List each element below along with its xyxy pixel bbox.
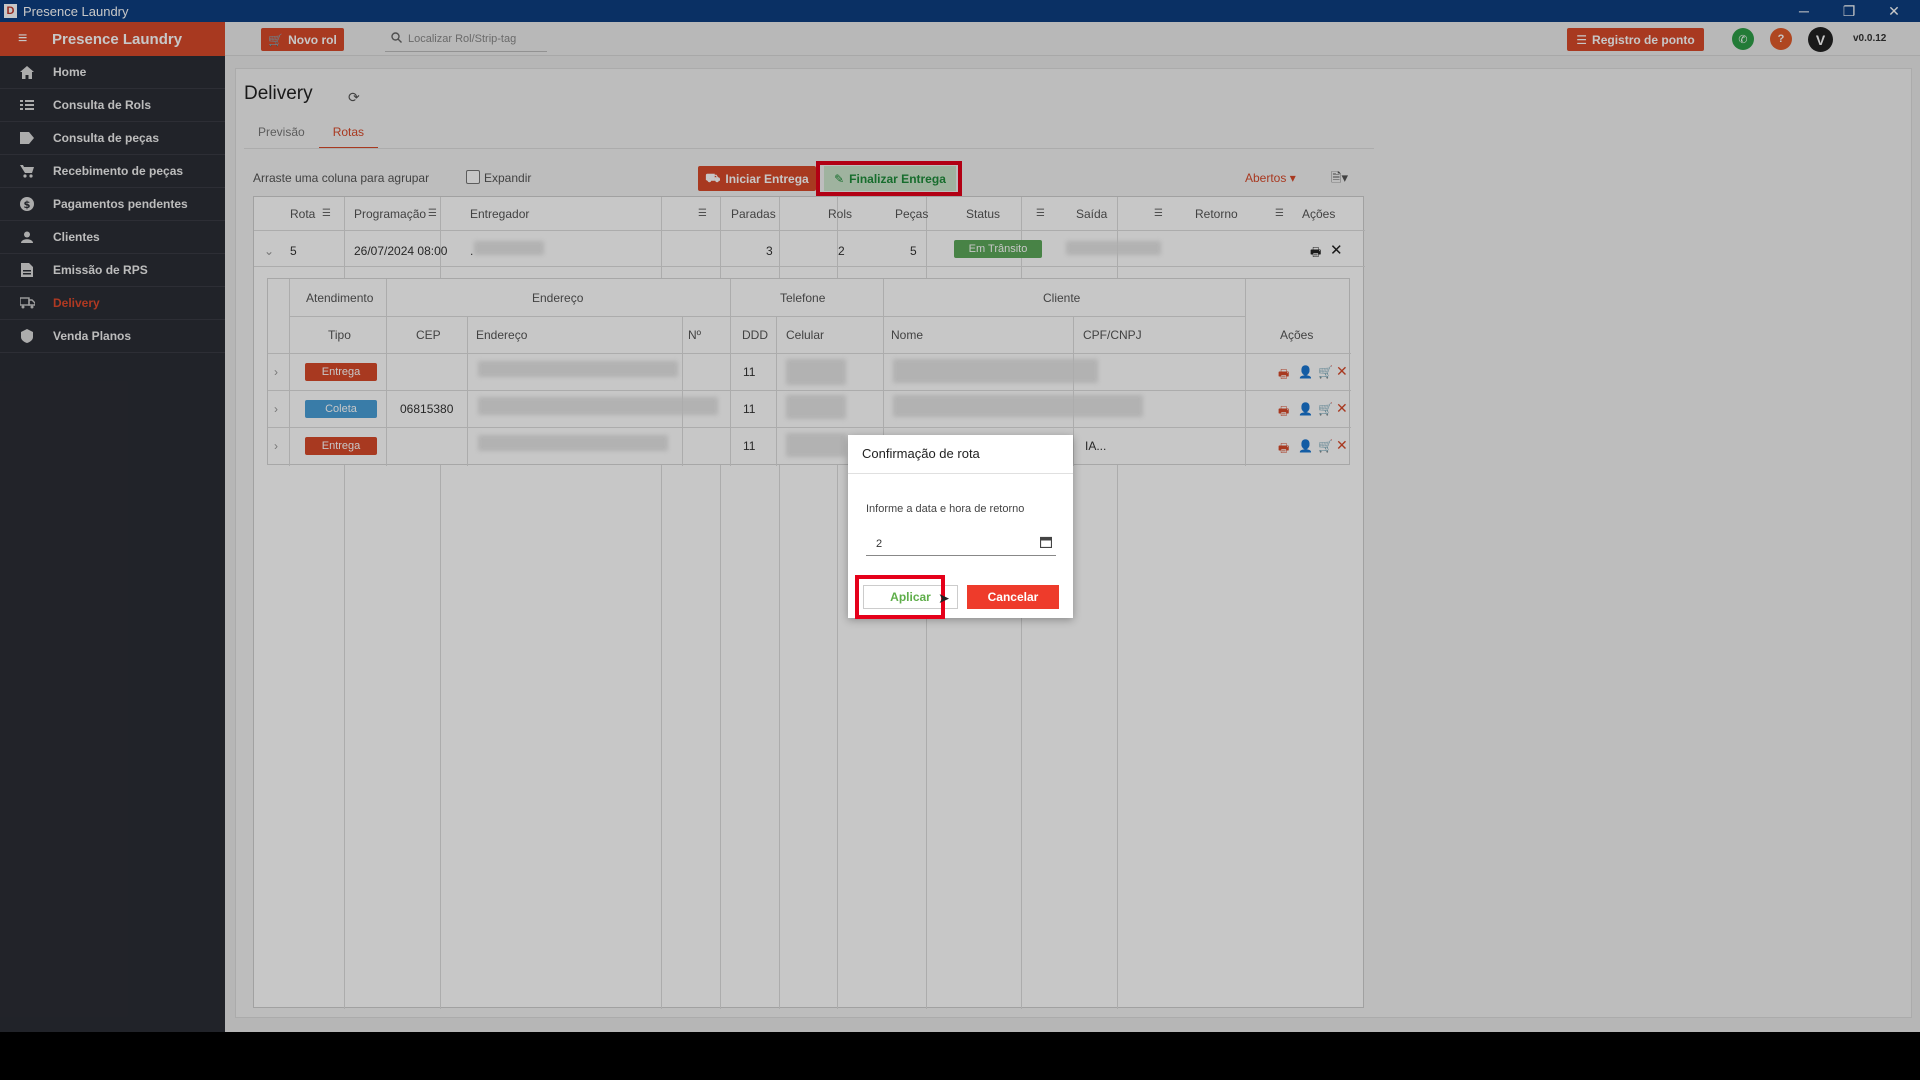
highlight-aplicar (855, 575, 945, 619)
calendar-icon[interactable] (1039, 536, 1053, 551)
retorno-label: Informe a data e hora de retorno (866, 503, 1025, 515)
dialog-title: Confirmação de rota (862, 446, 980, 461)
mouse-cursor-icon: ➤ (938, 590, 950, 606)
taskbar-strip (0, 1032, 1920, 1080)
cancelar-button[interactable]: Cancelar (967, 585, 1059, 609)
confirmacao-rota-dialog: Confirmação de rota Informe a data e hor… (848, 435, 1073, 619)
retorno-datetime-input[interactable]: 2 (866, 532, 1056, 556)
dialog-divider (848, 473, 1073, 474)
retorno-value: 2 (876, 537, 883, 550)
